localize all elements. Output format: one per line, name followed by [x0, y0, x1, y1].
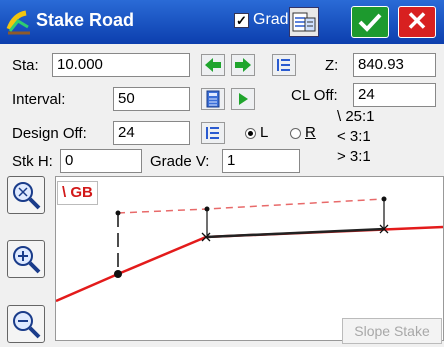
side-right-label: R	[305, 124, 316, 141]
prev-station-button[interactable]	[201, 54, 225, 76]
design-off-input[interactable]: 24	[113, 121, 190, 145]
side-left-label: L	[260, 124, 269, 141]
slope-stake-button[interactable]: Slope Stake	[342, 318, 442, 344]
stk-h-input[interactable]: 0	[60, 149, 142, 173]
zoom-out-button[interactable]	[7, 305, 45, 343]
design-off-label: Design Off:	[12, 125, 87, 142]
slope-ratio-1: \ 25:1	[337, 108, 375, 125]
interval-input[interactable]: 50	[113, 87, 190, 111]
title-bar: Stake Road ✓ Grade ✕	[0, 0, 444, 44]
design-profile-segment	[205, 227, 385, 239]
list-icon	[206, 127, 219, 139]
grade-checkbox[interactable]: ✓	[234, 13, 249, 28]
slope-ratio-2: < 3:1	[337, 128, 371, 145]
zoom-in-button[interactable]	[7, 240, 45, 278]
ground-point-stake	[114, 270, 122, 278]
calculator-icon	[206, 90, 220, 108]
zoom-out-icon	[13, 311, 41, 339]
zoom-in-icon	[13, 246, 41, 274]
offset-list-button[interactable]	[201, 122, 225, 144]
list-icon	[277, 59, 290, 71]
window-title: Stake Road	[36, 10, 135, 30]
sta-input[interactable]: 10.000	[52, 53, 190, 77]
station-list-button[interactable]	[272, 54, 296, 76]
zoom-extents-button[interactable]	[7, 176, 45, 214]
sta-label: Sta:	[12, 57, 39, 74]
grade-sheet-button[interactable]	[289, 7, 319, 37]
design-point-right	[381, 196, 387, 202]
cl-off-label: CL Off:	[291, 87, 338, 104]
checkmark-icon	[358, 13, 382, 32]
calculator-button[interactable]	[201, 88, 225, 110]
close-button[interactable]: ✕	[398, 6, 436, 38]
design-profile-dashed	[117, 198, 385, 214]
cl-off-value: 24	[353, 83, 436, 107]
road-stake-icon	[6, 10, 30, 35]
close-x-icon: ✕	[406, 6, 428, 36]
slope-ratio-3: > 3:1	[337, 148, 371, 165]
grade-v-label: Grade V:	[150, 153, 210, 170]
ground-profile-line	[55, 225, 444, 303]
arrow-left-icon	[205, 58, 221, 72]
side-right-radio[interactable]	[290, 128, 301, 139]
stk-h-label: Stk H:	[12, 153, 53, 170]
grade-sheet-icon	[292, 12, 316, 32]
side-left-radio[interactable]	[245, 128, 256, 139]
z-label: Z:	[325, 57, 339, 74]
design-point-mid	[204, 206, 210, 212]
arrow-right-icon	[235, 58, 251, 72]
grade-v-input[interactable]: 1	[222, 149, 300, 173]
cross-section-plot[interactable]	[55, 176, 444, 341]
ok-button[interactable]	[351, 6, 389, 38]
cross-section-graphic	[55, 196, 444, 303]
gb-tag: \ GB	[57, 181, 98, 205]
z-value: 840.93	[353, 53, 436, 77]
interval-label: Interval:	[12, 91, 66, 108]
zoom-extents-icon	[13, 182, 41, 210]
play-icon	[239, 93, 248, 105]
next-station-button[interactable]	[231, 54, 255, 76]
design-point-left	[115, 210, 121, 216]
play-button[interactable]	[231, 88, 255, 110]
